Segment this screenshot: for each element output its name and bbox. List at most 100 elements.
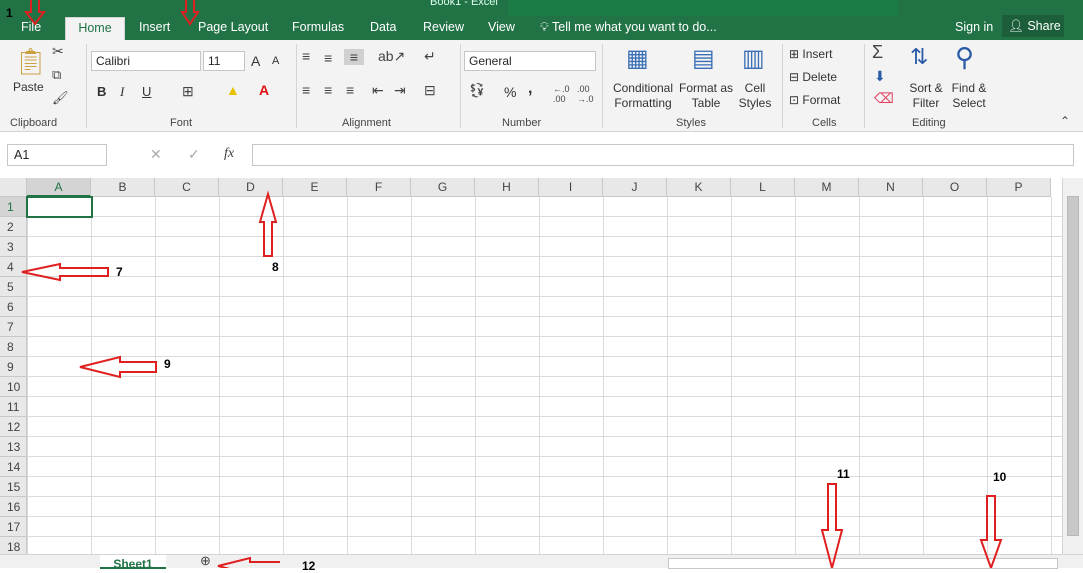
insert-function-icon[interactable]: fx (224, 146, 234, 162)
paste-button[interactable]: Paste (13, 80, 44, 94)
format-cells-button[interactable]: ⊡ Format (789, 93, 840, 107)
align-center-icon[interactable]: ≡ (324, 82, 332, 98)
top-align-icon[interactable]: ≡ (302, 48, 310, 64)
cell-styles-icon[interactable]: ▥ (742, 44, 765, 73)
column-header-p[interactable]: P (987, 178, 1051, 197)
column-header-f[interactable]: F (347, 178, 411, 197)
copy-icon[interactable]: ⧉ (52, 67, 61, 83)
cell-area[interactable] (27, 197, 1062, 554)
new-sheet-icon[interactable]: ⊕ (200, 553, 211, 569)
middle-align-icon[interactable]: ≡ (324, 50, 332, 66)
column-header-n[interactable]: N (859, 178, 923, 197)
selected-cell-a1[interactable] (26, 196, 93, 218)
row-header-13[interactable]: 13 (0, 437, 27, 457)
sheet-tab-sheet1[interactable]: Sheet1 (100, 555, 166, 571)
borders-icon[interactable]: ⊞ (182, 83, 194, 100)
column-header-a[interactable]: A (27, 178, 91, 197)
decrease-indent-icon[interactable]: ⇤ (372, 82, 384, 99)
row-header-12[interactable]: 12 (0, 417, 27, 437)
merge-center-icon[interactable]: ⊟ (424, 82, 436, 99)
row-header-2[interactable]: 2 (0, 217, 27, 237)
shrink-font-button[interactable]: A (272, 55, 279, 67)
orientation-icon[interactable]: ab↗ (378, 48, 405, 65)
conditional-formatting-button[interactable]: Conditional Formatting (610, 81, 676, 111)
bottom-align-icon[interactable]: ≡ (344, 49, 364, 65)
enter-icon[interactable]: ✓ (188, 146, 200, 163)
row-header-9[interactable]: 9 (0, 357, 27, 377)
bold-button[interactable]: B (97, 84, 106, 99)
format-painter-icon[interactable]: 🖌︎ (52, 90, 69, 106)
cell-styles-button[interactable]: Cell Styles (734, 81, 776, 111)
column-header-i[interactable]: I (539, 178, 603, 197)
row-header-10[interactable]: 10 (0, 377, 27, 397)
percent-style-button[interactable]: % (504, 84, 516, 100)
column-header-o[interactable]: O (923, 178, 987, 197)
name-box[interactable]: A1 (7, 144, 107, 166)
column-header-e[interactable]: E (283, 178, 347, 197)
paste-icon[interactable]: 📋︎ (14, 46, 47, 77)
tab-formulas[interactable]: Formulas (286, 17, 350, 40)
insert-cells-button[interactable]: ⊞ Insert (789, 47, 832, 61)
column-header-b[interactable]: B (91, 178, 155, 197)
row-header-4[interactable]: 4 (0, 257, 27, 277)
cut-icon[interactable]: ✂ (52, 43, 64, 60)
tab-review[interactable]: Review (417, 17, 470, 40)
font-color-icon[interactable]: A (259, 82, 269, 98)
sign-in-link[interactable]: Sign in (955, 17, 993, 37)
row-header-17[interactable]: 17 (0, 517, 27, 537)
tab-view[interactable]: View (482, 17, 521, 40)
delete-cells-button[interactable]: ⊟ Delete (789, 70, 837, 84)
column-header-l[interactable]: L (731, 178, 795, 197)
fill-icon[interactable]: ⬇ (874, 68, 886, 85)
tab-insert[interactable]: Insert (133, 17, 176, 40)
fill-color-icon[interactable]: ▲ (226, 82, 240, 98)
sort-filter-button[interactable]: Sort & Filter (906, 81, 946, 111)
cancel-icon[interactable]: ✕ (150, 146, 162, 163)
scroll-thumb[interactable] (1067, 196, 1079, 536)
horizontal-scrollbar[interactable] (668, 558, 1058, 569)
column-header-m[interactable]: M (795, 178, 859, 197)
column-header-d[interactable]: D (219, 178, 283, 197)
tab-home[interactable]: Home (65, 17, 125, 40)
vertical-scrollbar[interactable] (1062, 178, 1083, 554)
worksheet-grid[interactable]: ABCDEFGHIJKLMNOP 1 2 3 4 5 6 7 8 9 10 11 12 13 14 15 16… (0, 178, 1062, 554)
underline-button[interactable]: U (142, 84, 151, 99)
row-header-15[interactable]: 15 (0, 477, 27, 497)
italic-button[interactable]: I (120, 84, 124, 100)
formula-input[interactable] (252, 144, 1074, 166)
column-header-j[interactable]: J (603, 178, 667, 197)
find-select-icon[interactable]: ⚲ (955, 42, 974, 73)
row-header-7[interactable]: 7 (0, 317, 27, 337)
conditional-formatting-icon[interactable]: ▦ (626, 44, 649, 73)
find-select-button[interactable]: Find & Select (948, 81, 990, 111)
row-header-1[interactable]: 1 (0, 197, 27, 217)
clear-icon[interactable]: ⌫ (874, 90, 894, 107)
grow-font-button[interactable]: A (251, 53, 260, 69)
sort-filter-icon[interactable]: ⇅ (910, 44, 928, 70)
increase-decimal-icon[interactable]: ←.0.00 (553, 84, 570, 104)
row-header-3[interactable]: 3 (0, 237, 27, 257)
column-header-h[interactable]: H (475, 178, 539, 197)
tell-me-box[interactable]: 💡︎ Tell me what you want to do... (540, 17, 717, 37)
number-format-dropdown[interactable]: General (464, 51, 596, 71)
column-header-k[interactable]: K (667, 178, 731, 197)
row-header-18[interactable]: 18 (0, 537, 27, 554)
row-header-16[interactable]: 16 (0, 497, 27, 517)
row-header-11[interactable]: 11 (0, 397, 27, 417)
decrease-decimal-icon[interactable]: .00 →.0 (577, 84, 594, 104)
increase-indent-icon[interactable]: ⇥ (394, 82, 406, 99)
row-header-14[interactable]: 14 (0, 457, 27, 477)
autosum-icon[interactable]: Σ (872, 42, 883, 63)
column-header-c[interactable]: C (155, 178, 219, 197)
collapse-ribbon-icon[interactable]: ⌃ (1060, 114, 1070, 128)
row-header-8[interactable]: 8 (0, 337, 27, 357)
select-all-button[interactable] (0, 178, 27, 197)
tab-file[interactable]: File (15, 17, 47, 40)
column-header-g[interactable]: G (411, 178, 475, 197)
format-as-table-icon[interactable]: ▤ (692, 44, 715, 73)
tab-data[interactable]: Data (364, 17, 402, 40)
share-button[interactable]: 👤︎ Share (1002, 15, 1064, 37)
align-left-icon[interactable]: ≡ (302, 82, 310, 98)
align-right-icon[interactable]: ≡ (346, 82, 354, 98)
font-size-dropdown[interactable]: 11 (203, 51, 245, 71)
